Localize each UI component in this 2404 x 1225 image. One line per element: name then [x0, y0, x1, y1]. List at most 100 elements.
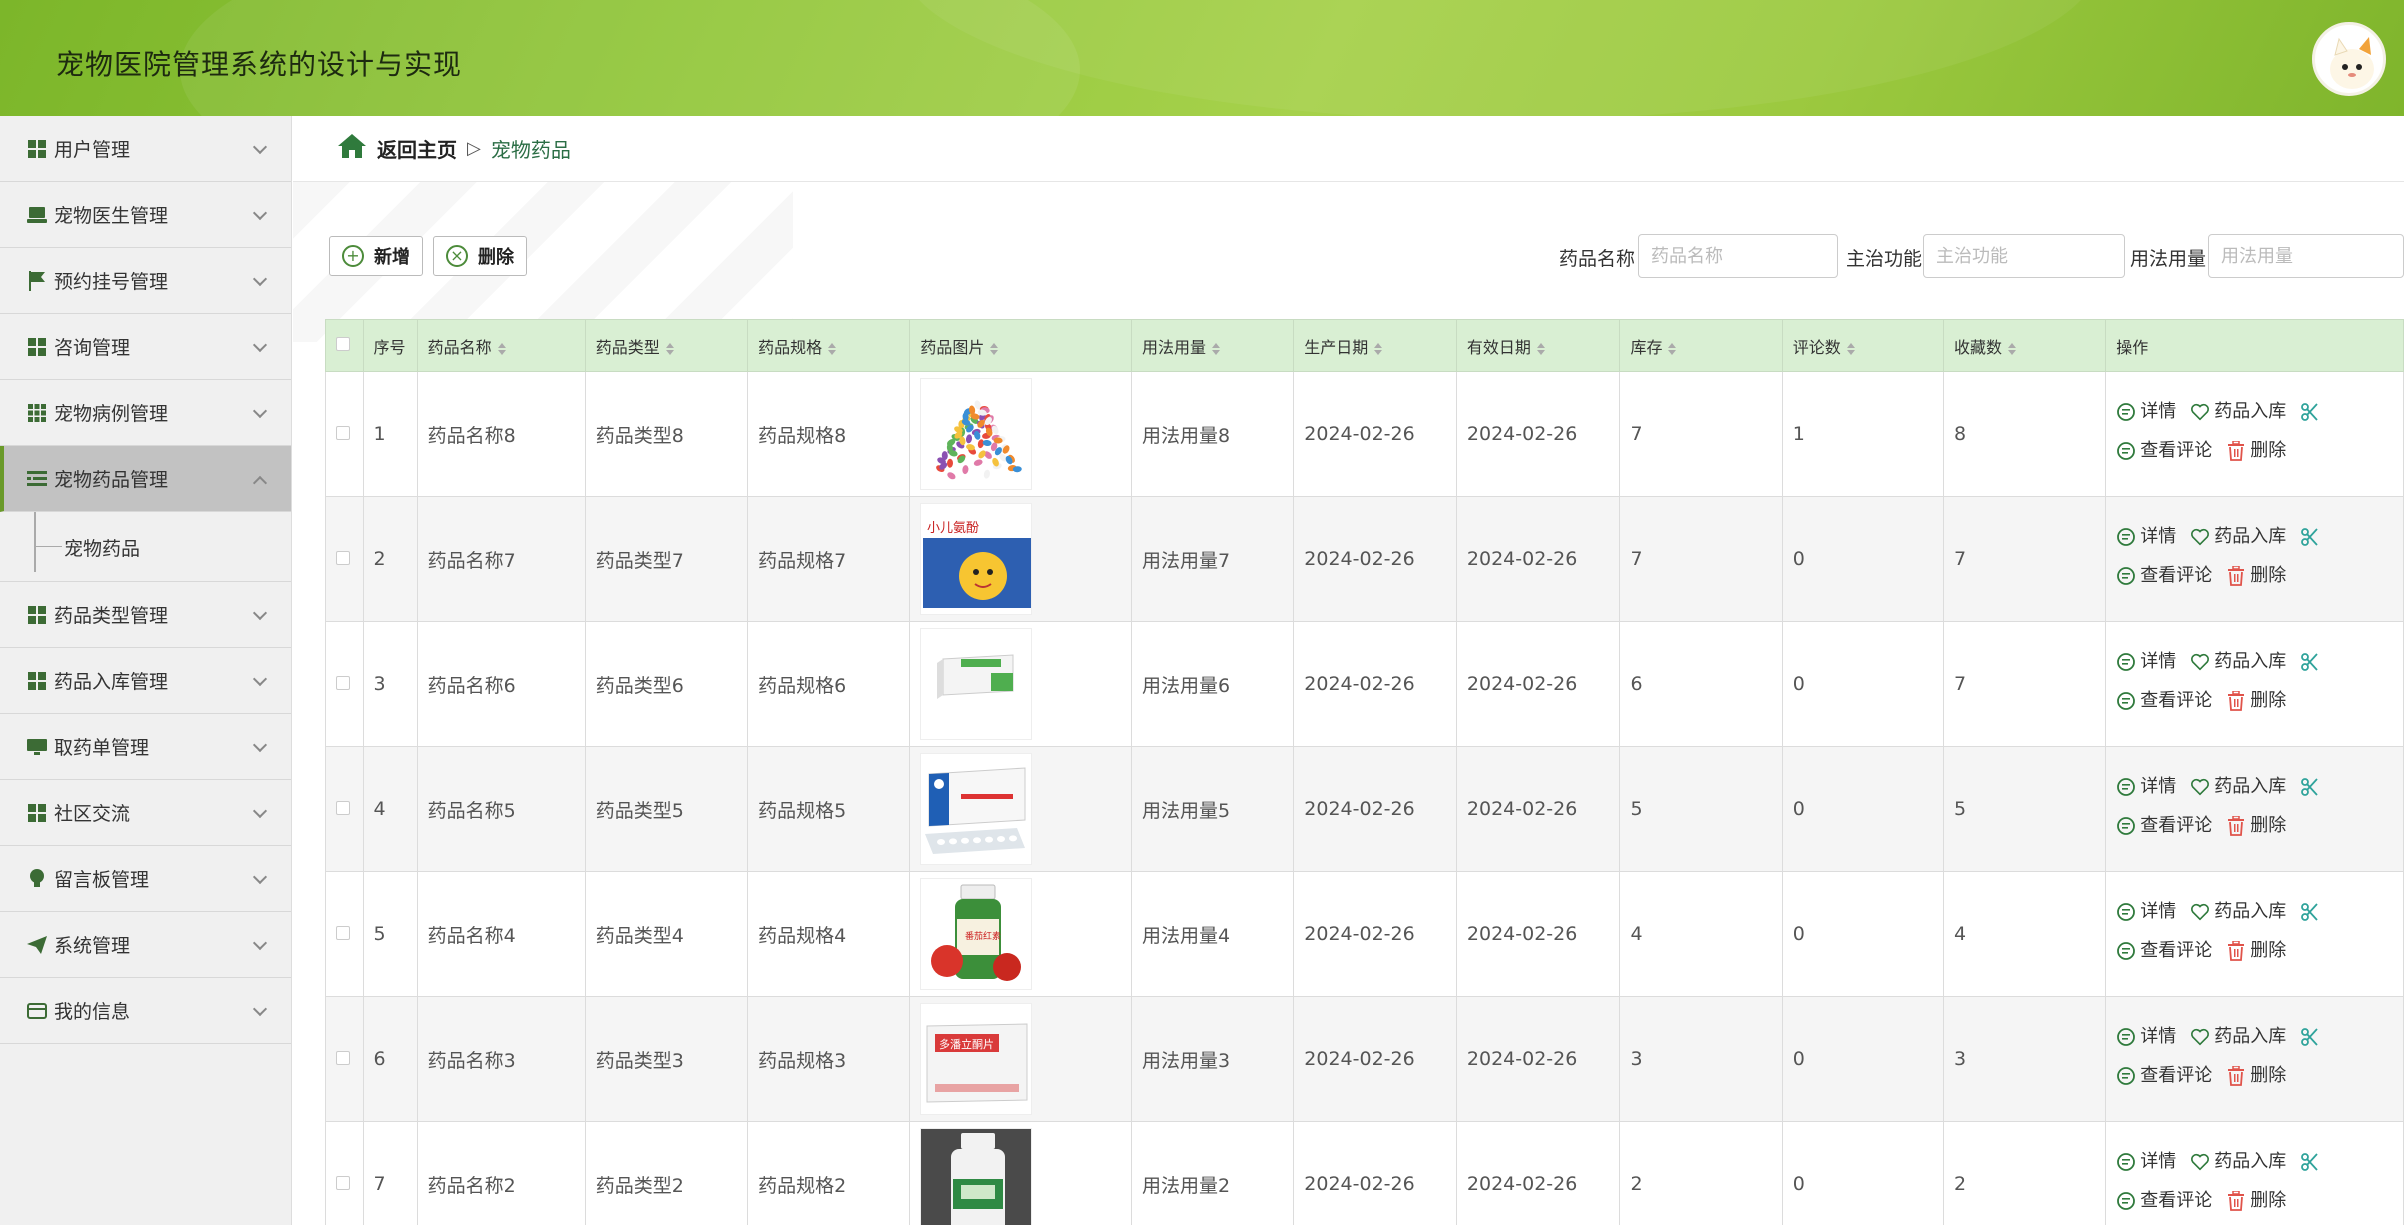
stock-in-link[interactable]: 药品入库 — [2190, 1020, 2286, 1054]
detail-link[interactable]: 详情 — [2116, 520, 2176, 554]
home-icon[interactable] — [337, 133, 367, 164]
more-action-link[interactable] — [2300, 527, 2324, 547]
medicine-image[interactable]: 番茄红素 — [920, 878, 1033, 990]
sidebar-item-doctor-management[interactable]: 宠物医生管理 — [0, 182, 291, 248]
sidebar-item-stock-in-management[interactable]: 药品入库管理 — [0, 648, 291, 714]
sidebar-item-medicine-management[interactable]: 宠物药品管理 — [0, 446, 291, 512]
stock-in-link[interactable]: 药品入库 — [2190, 770, 2286, 804]
stock-in-link[interactable]: 药品入库 — [2190, 895, 2286, 929]
view-comments-link[interactable]: 查看评论 — [2116, 559, 2212, 593]
sidebar-item-appointment-management[interactable]: 预约挂号管理 — [0, 248, 291, 314]
row-checkbox[interactable] — [336, 1051, 350, 1065]
sidebar-item-user-management[interactable]: 用户管理 — [0, 116, 291, 182]
medicine-image[interactable] — [920, 1128, 1033, 1225]
row-checkbox[interactable] — [336, 801, 350, 815]
sort-icon[interactable] — [1374, 342, 1383, 355]
sort-icon[interactable] — [990, 342, 999, 355]
delete-button[interactable]: × 删除 — [433, 236, 527, 276]
sort-icon[interactable] — [497, 342, 506, 355]
usage-input[interactable] — [2208, 234, 2404, 278]
row-delete-link[interactable]: 删除 — [2226, 559, 2286, 593]
sort-icon[interactable] — [1846, 342, 1855, 355]
column-header[interactable]: 生产日期 — [1293, 319, 1457, 372]
medicine-image[interactable] — [920, 753, 1033, 865]
detail-link[interactable]: 详情 — [2116, 395, 2176, 429]
table-row[interactable]: 3 药品名称6 药品类型6 药品规格6 用法用量6 2024-02-26 2024-02-2… — [325, 621, 2404, 747]
detail-link[interactable]: 详情 — [2116, 1145, 2176, 1179]
sort-icon[interactable] — [1536, 342, 1545, 355]
view-comments-link[interactable]: 查看评论 — [2116, 684, 2212, 718]
column-header[interactable]: 库存 — [1619, 319, 1783, 372]
table-cell-prod: 2024-02-26 — [1293, 871, 1457, 997]
stock-in-link[interactable]: 药品入库 — [2190, 1145, 2286, 1179]
sidebar-subitem-medicine[interactable]: 宠物药品 — [0, 512, 291, 582]
column-header[interactable]: 收藏数 — [1942, 319, 2107, 372]
stock-in-link[interactable]: 药品入库 — [2190, 645, 2286, 679]
sidebar-item-case-management[interactable]: 宠物病例管理 — [0, 380, 291, 446]
detail-link[interactable]: 详情 — [2116, 770, 2176, 804]
row-delete-link[interactable]: 删除 — [2226, 684, 2286, 718]
row-checkbox[interactable] — [336, 926, 350, 940]
view-comments-link[interactable]: 查看评论 — [2116, 1059, 2212, 1093]
column-header[interactable]: 药品图片 — [909, 319, 1132, 372]
more-action-link[interactable] — [2300, 1027, 2324, 1047]
sort-icon[interactable] — [828, 342, 837, 355]
sidebar-item-my-info[interactable]: 我的信息 — [0, 978, 291, 1044]
table-row[interactable]: 4 药品名称5 药品类型5 药品规格5 用法用量5 2024-02-26 2024-02-2… — [325, 746, 2404, 872]
table-row[interactable]: 7 药品名称2 药品类型2 药品规格2 用法用量2 2024-02-26 2024-02-2… — [325, 1121, 2404, 1225]
stock-in-link[interactable]: 药品入库 — [2190, 520, 2286, 554]
main-function-input[interactable] — [1923, 234, 2125, 278]
view-comments-link[interactable]: 查看评论 — [2116, 1184, 2212, 1218]
column-header[interactable]: 药品类型 — [584, 319, 749, 372]
sort-icon[interactable] — [1668, 342, 1677, 355]
row-delete-link[interactable]: 删除 — [2226, 1059, 2286, 1093]
view-comments-link[interactable]: 查看评论 — [2116, 434, 2212, 468]
stock-in-link[interactable]: 药品入库 — [2190, 395, 2286, 429]
sidebar-item-community[interactable]: 社区交流 — [0, 780, 291, 846]
row-checkbox[interactable] — [336, 676, 350, 690]
row-checkbox[interactable] — [336, 551, 350, 565]
more-action-link[interactable] — [2300, 777, 2324, 797]
sort-icon[interactable] — [1211, 342, 1220, 355]
view-comments-link[interactable]: 查看评论 — [2116, 934, 2212, 968]
select-all-checkbox[interactable] — [336, 337, 350, 351]
medicine-image[interactable]: 小儿氨酚 — [920, 503, 1033, 615]
detail-link[interactable]: 详情 — [2116, 645, 2176, 679]
row-checkbox[interactable] — [336, 1176, 350, 1190]
sidebar-item-message-board[interactable]: 留言板管理 — [0, 846, 291, 912]
sort-icon[interactable] — [2007, 342, 2016, 355]
breadcrumb-home-link[interactable]: 返回主页 — [377, 134, 457, 163]
more-action-link[interactable] — [2300, 652, 2324, 672]
row-delete-link[interactable]: 删除 — [2226, 434, 2286, 468]
medicine-image[interactable]: 多潘立酮片 — [920, 1003, 1033, 1115]
detail-link[interactable]: 详情 — [2116, 895, 2176, 929]
sidebar-item-pickup-management[interactable]: 取药单管理 — [0, 714, 291, 780]
more-action-link[interactable] — [2300, 402, 2324, 422]
detail-link[interactable]: 详情 — [2116, 1020, 2176, 1054]
column-header[interactable]: 药品规格 — [747, 319, 911, 372]
row-checkbox[interactable] — [336, 426, 350, 440]
view-comments-link[interactable]: 查看评论 — [2116, 809, 2212, 843]
sort-icon[interactable] — [665, 342, 674, 355]
medicine-image[interactable] — [920, 628, 1033, 740]
table-row[interactable]: 6 药品名称3 药品类型3 药品规格3 多潘立酮片 用法用量3 2024-02-26 2024… — [325, 996, 2404, 1122]
add-button[interactable]: + 新增 — [329, 236, 423, 276]
sidebar-item-consult-management[interactable]: 咨询管理 — [0, 314, 291, 380]
column-header[interactable]: 评论数 — [1781, 319, 1944, 372]
medicine-name-input[interactable] — [1638, 234, 1838, 278]
medicine-image[interactable] — [920, 378, 1033, 490]
avatar[interactable] — [2312, 22, 2386, 96]
row-delete-link[interactable]: 删除 — [2226, 934, 2286, 968]
table-row[interactable]: 5 药品名称4 药品类型4 药品规格4 番茄红素 用法用量4 2024-02-26 2024-… — [325, 871, 2404, 997]
column-header[interactable]: 有效日期 — [1455, 319, 1621, 372]
more-action-link[interactable] — [2300, 1152, 2324, 1172]
sidebar-item-medicine-type-management[interactable]: 药品类型管理 — [0, 582, 291, 648]
row-delete-link[interactable]: 删除 — [2226, 1184, 2286, 1218]
sidebar-item-system-management[interactable]: 系统管理 — [0, 912, 291, 978]
table-row[interactable]: 1 药品名称8 药品类型8 药品规格8 用法用量8 2024-02-26 2024-02-2… — [325, 371, 2404, 497]
row-delete-link[interactable]: 删除 — [2226, 809, 2286, 843]
more-action-link[interactable] — [2300, 902, 2324, 922]
table-row[interactable]: 2 药品名称7 药品类型7 药品规格7 小儿氨酚 用法用量7 2024-02-26 2024-… — [325, 496, 2404, 622]
column-header[interactable]: 用法用量 — [1130, 319, 1295, 372]
column-header[interactable]: 药品名称 — [416, 319, 586, 372]
